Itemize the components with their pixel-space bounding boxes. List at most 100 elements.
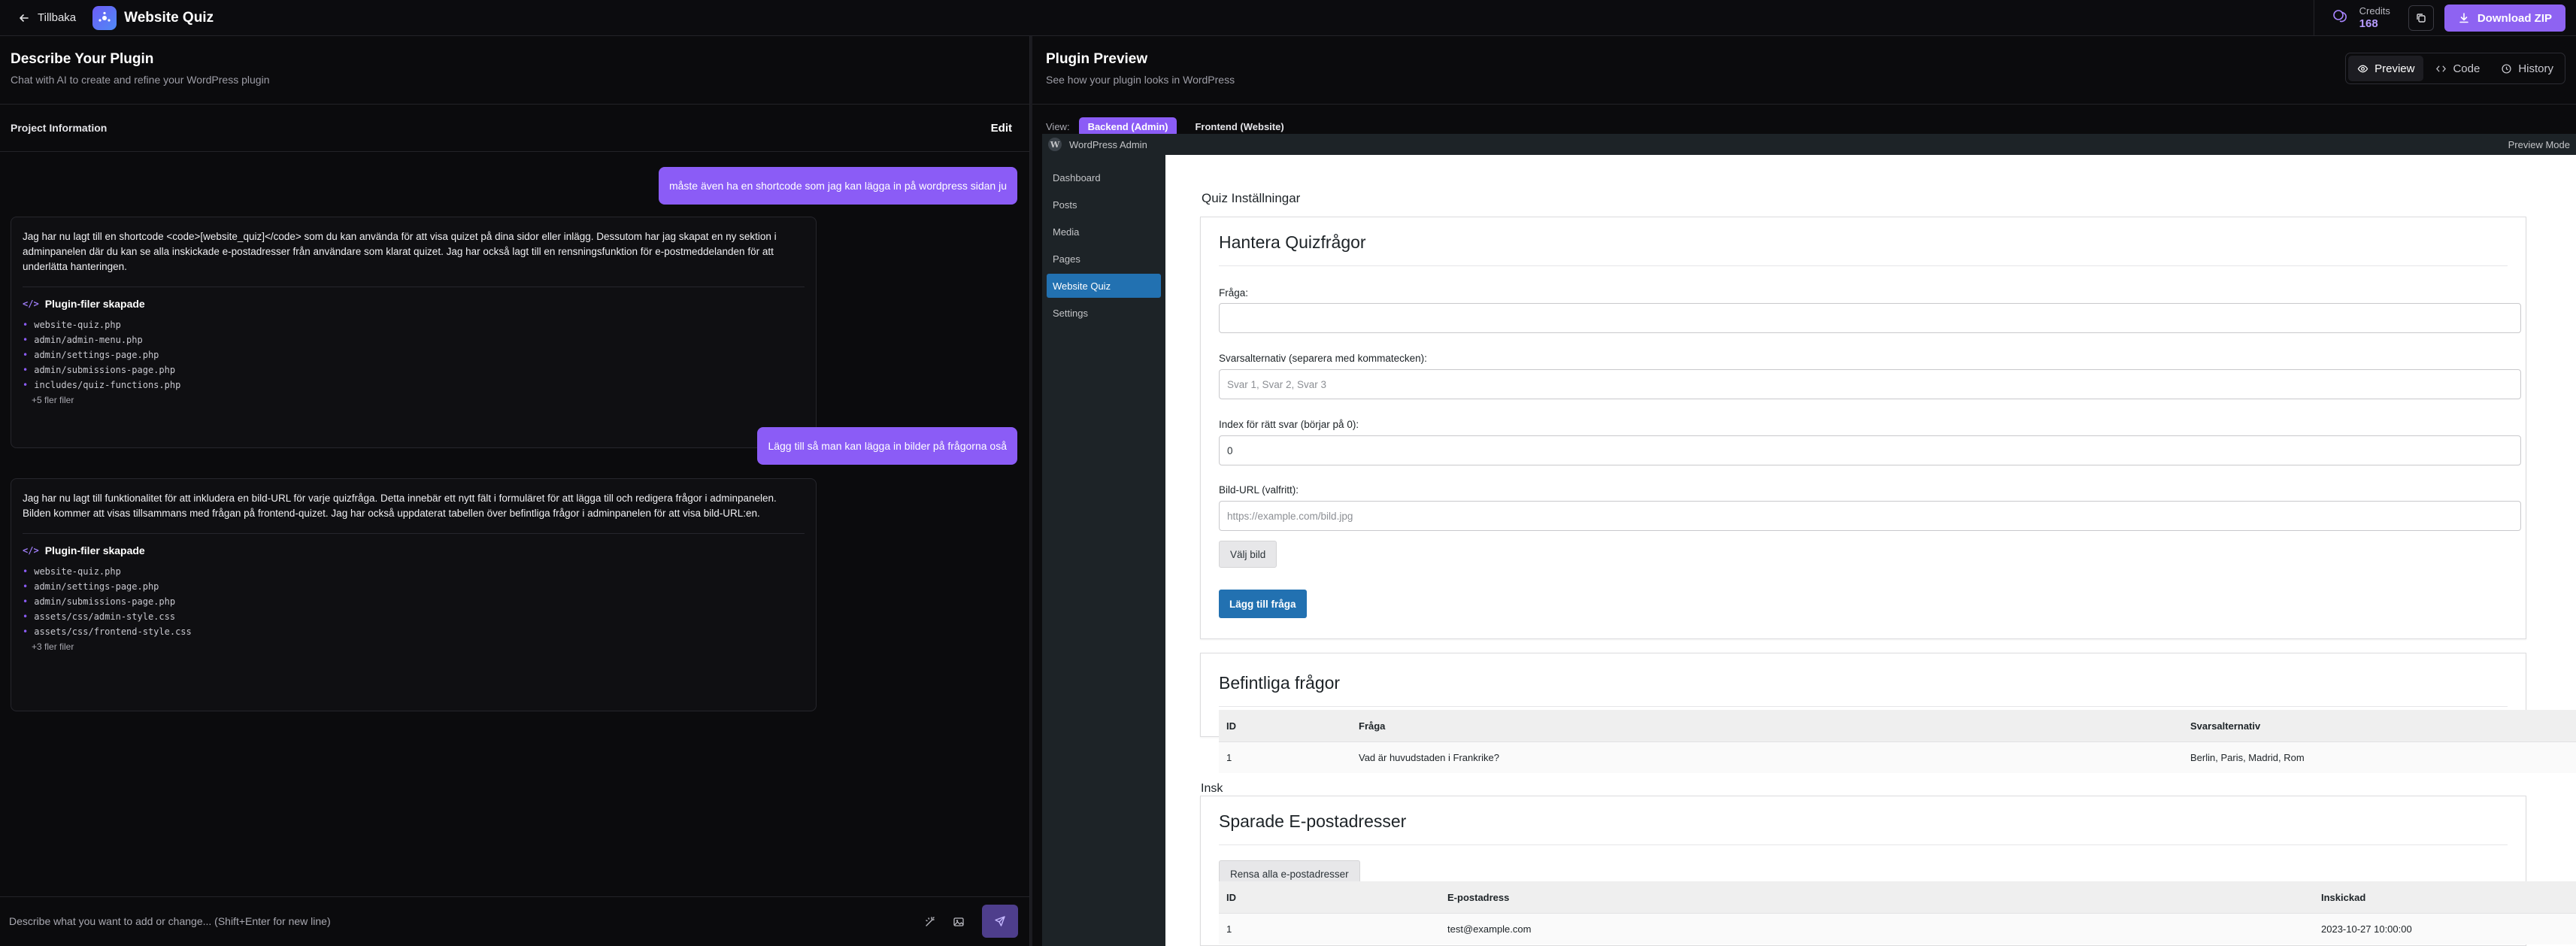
assistant-message: Jag har nu lagt till funktionalitet för … — [11, 478, 817, 711]
page-title: Quiz Inställningar — [1202, 191, 1301, 205]
send-button[interactable] — [982, 905, 1018, 938]
correct-index-input[interactable] — [1219, 435, 2521, 465]
answer-options-label: Svarsalternativ (separera med kommatecke… — [1219, 353, 1427, 364]
code-icon: </> — [23, 545, 39, 556]
download-zip-button[interactable]: Download ZIP — [2444, 5, 2565, 32]
divider — [1219, 844, 2508, 845]
chat-composer — [0, 896, 1030, 946]
answer-options-input[interactable] — [1219, 369, 2521, 399]
divider — [1219, 265, 2508, 266]
files-created-title: Plugin-filer skapade — [44, 298, 145, 310]
back-label: Tillbaka — [38, 11, 77, 24]
user-message-text: Lägg till så man kan lägga in bilder på … — [768, 440, 1007, 452]
user-message-text: måste även ha en shortcode som jag kan l… — [668, 180, 1007, 192]
chat-input[interactable] — [9, 906, 908, 936]
question-input[interactable] — [1219, 303, 2521, 333]
edit-project-button[interactable]: Edit — [991, 122, 1012, 135]
file-item: • website-quiz.php — [23, 320, 121, 330]
file-list: • website-quiz.php • admin/admin-menu.php … — [23, 317, 805, 393]
magic-wand-button[interactable] — [922, 914, 938, 930]
history-icon — [2502, 63, 2511, 74]
back-button[interactable]: Tillbaka — [18, 11, 76, 24]
image-url-label: Bild-URL (valfritt): — [1219, 484, 1299, 496]
file-item: • admin/submissions-page.php — [23, 596, 176, 607]
table-row: 1 test@example.com 2023-10-27 10:00:00 — [1219, 913, 2576, 944]
image-url-input[interactable] — [1219, 501, 2521, 531]
file-item: • assets/css/admin-style.css — [23, 611, 176, 622]
tab-code[interactable]: Code — [2426, 56, 2489, 81]
image-icon — [953, 917, 964, 926]
wp-sidebar: Dashboard Posts Media Pages Website Quiz… — [1042, 155, 1165, 946]
eye-icon — [2357, 65, 2368, 72]
top-bar: Tillbaka Website Quiz Credits 168 Downlo — [0, 0, 2576, 36]
coins-icon — [2332, 8, 2349, 29]
preview-panel-title: Plugin Preview — [1046, 51, 1148, 67]
files-created-header: </> Plugin-filer skapade — [23, 544, 805, 556]
magic-wand-icon — [926, 917, 935, 926]
chat-panel-subtitle: Chat with AI to create and refine your W… — [11, 74, 270, 86]
wp-menu-settings[interactable]: Settings — [1047, 301, 1161, 325]
questions-table: ID Fråga Svarsalternativ 1 Vad är huvuds… — [1219, 710, 2576, 773]
file-item: • website-quiz.php — [23, 566, 121, 577]
choose-image-button[interactable]: Välj bild — [1219, 541, 1277, 568]
copy-icon — [2417, 14, 2426, 23]
saved-emails-title: Sparade E-postadresser — [1219, 811, 1407, 831]
copy-button[interactable] — [2408, 5, 2434, 31]
code-icon — [2436, 65, 2447, 72]
correct-index-label: Index för rätt svar (börjar på 0): — [1219, 419, 1359, 430]
file-item: • admin/settings-page.php — [23, 350, 159, 360]
attach-image-button[interactable] — [950, 914, 967, 930]
divider — [23, 533, 805, 534]
existing-questions-title: Befintliga frågor — [1219, 673, 1341, 693]
emails-table: ID E-postadress Inskickad 1 test@example… — [1219, 881, 2576, 944]
tab-preview[interactable]: Preview — [2348, 56, 2424, 81]
file-item: • admin/settings-page.php — [23, 581, 159, 592]
user-message: Lägg till så man kan lägga in bilder på … — [757, 427, 1017, 465]
assistant-message-text: Jag har nu lagt till en shortcode <code>… — [23, 231, 777, 272]
table-row: 1 Vad är huvudstaden i Frankrike? Berlin… — [1219, 741, 2576, 773]
file-item: • admin/submissions-page.php — [23, 365, 176, 375]
preview-tabs: Preview Code History — [2345, 53, 2565, 84]
add-question-button[interactable]: Lägg till fråga — [1219, 590, 1307, 618]
manage-questions-title: Hantera Quizfrågor — [1219, 232, 1366, 252]
topbar-right: Credits 168 Download ZIP — [2313, 0, 2576, 36]
credits-label: Credits — [2359, 5, 2390, 17]
project-information-bar[interactable]: Project Information Edit — [0, 104, 1030, 152]
wp-main-content: Quiz Inställningar Hantera Quizfrågor Fr… — [1165, 155, 2576, 946]
project-information-label: Project Information — [11, 122, 108, 134]
app-root: Tillbaka Website Quiz Credits 168 Downlo — [0, 0, 2576, 946]
tab-history[interactable]: History — [2492, 56, 2562, 81]
preview-panel-subtitle: See how your plugin looks in WordPress — [1046, 74, 1235, 86]
wp-admin-bar: W WordPress Admin Preview Mode — [1042, 134, 2576, 155]
arrow-left-icon — [20, 14, 29, 22]
wp-menu-media[interactable]: Media — [1047, 220, 1161, 244]
assistant-message-text: Jag har nu lagt till funktionalitet för … — [23, 493, 777, 519]
file-item: • admin/admin-menu.php — [23, 335, 143, 345]
code-icon: </> — [23, 299, 39, 309]
chat-panel: Describe Your Plugin Chat with AI to cre… — [0, 36, 1030, 946]
wp-menu-pages[interactable]: Pages — [1047, 247, 1161, 271]
wp-menu-posts[interactable]: Posts — [1047, 193, 1161, 217]
table-header: ID Fråga Svarsalternativ — [1219, 710, 2576, 741]
chat-panel-title: Describe Your Plugin — [11, 51, 154, 67]
question-label: Fråga: — [1219, 287, 1249, 299]
credits-display: Credits 168 — [2313, 0, 2408, 36]
more-files-label: +3 fler filer — [32, 641, 74, 652]
file-item: • includes/quiz-functions.php — [23, 380, 181, 390]
wp-menu-website-quiz[interactable]: Website Quiz — [1047, 274, 1161, 298]
wp-menu-dashboard[interactable]: Dashboard — [1047, 165, 1161, 190]
preview-mode-label: Preview Mode — [2508, 138, 2570, 150]
table-header: ID E-postadress Inskickad — [1219, 881, 2576, 913]
more-files-label: +5 fler filer — [32, 395, 74, 405]
manage-questions-card: Hantera Quizfrågor Fråga: Svarsalternati… — [1200, 217, 2526, 639]
credits-value: 168 — [2359, 17, 2378, 30]
preview-panel: Plugin Preview See how your plugin looks… — [1032, 36, 2576, 946]
assistant-message: Jag har nu lagt till en shortcode <code>… — [11, 217, 817, 448]
download-label: Download ZIP — [2477, 11, 2552, 25]
view-label: View: — [1046, 121, 1070, 132]
wordpress-logo-icon: W — [1048, 138, 1062, 151]
files-created-title: Plugin-filer skapade — [44, 544, 145, 556]
file-list: • website-quiz.php • admin/settings-page.p… — [23, 564, 805, 639]
divider — [1219, 706, 2508, 707]
download-icon — [2459, 13, 2468, 23]
